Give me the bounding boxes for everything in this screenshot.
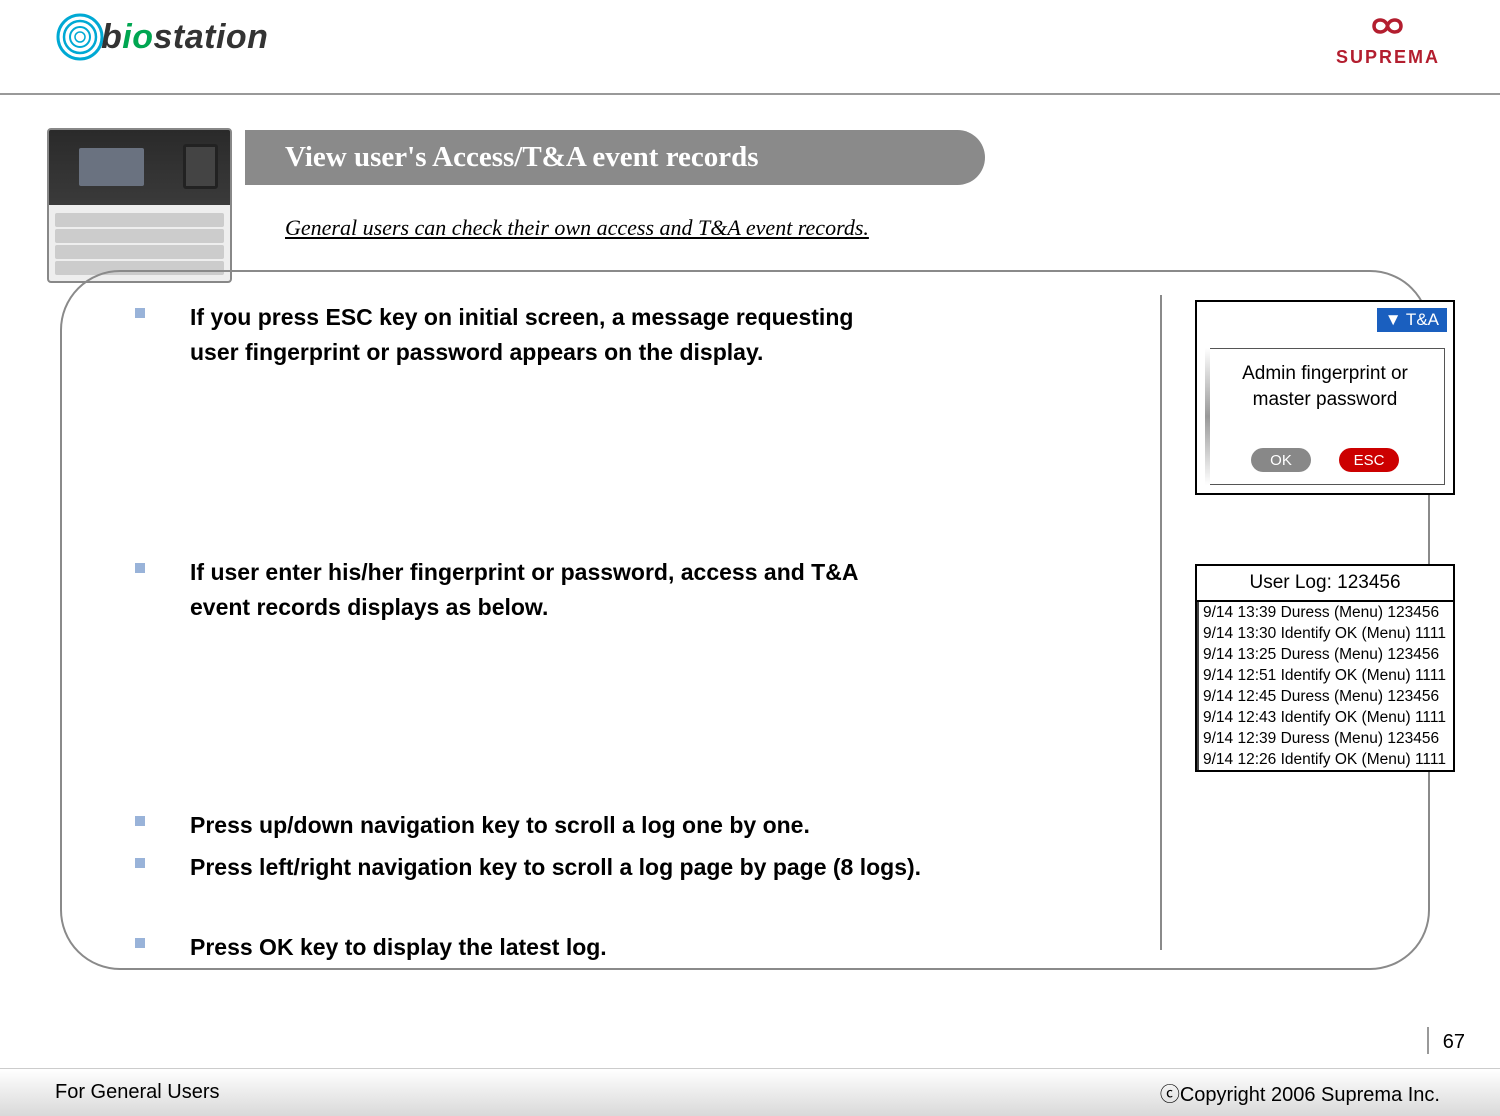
bullet-1: If you press ESC key on initial screen, …: [135, 300, 890, 369]
infinity-icon: [1360, 12, 1415, 40]
page-footer: For General Users ⓒCopyright 2006 Suprem…: [0, 1068, 1500, 1116]
device-screen-auth: ▼ T&A Admin fingerprint or master passwo…: [1195, 300, 1455, 495]
vertical-divider: [1160, 295, 1162, 950]
bullet-text: Press left/right navigation key to scrol…: [190, 850, 921, 885]
page-number: 67: [1427, 1027, 1465, 1054]
swirl-icon: [55, 12, 105, 62]
bullet-5: Press OK key to display the latest log.: [135, 930, 607, 965]
title-banner: View user's Access/T&A event records: [245, 130, 985, 185]
bullet-2: If user enter his/her fingerprint or pas…: [135, 555, 890, 624]
bullet-text: If you press ESC key on initial screen, …: [190, 300, 890, 369]
bullet-icon: [135, 938, 145, 948]
log-entry: 9/14 13:30 Identify OK (Menu) 1111: [1197, 623, 1453, 644]
suprema-logo: SUPREMA: [1336, 12, 1440, 68]
ok-button[interactable]: OK: [1251, 448, 1311, 472]
page-header: biostation SUPREMA: [0, 0, 1500, 95]
device-screen-userlog: User Log: 123456 9/14 13:39 Duress (Menu…: [1195, 564, 1455, 772]
bullet-text: Press up/down navigation key to scroll a…: [190, 808, 810, 843]
footer-right: ⓒCopyright 2006 Suprema Inc.: [1160, 1078, 1440, 1107]
bullet-text: Press OK key to display the latest log.: [190, 930, 607, 965]
bullet-text: If user enter his/her fingerprint or pas…: [190, 555, 890, 624]
log-entry: 9/14 13:39 Duress (Menu) 123456: [1197, 602, 1453, 623]
biostation-logo-text: biostation: [101, 18, 268, 57]
bullet-icon: [135, 308, 145, 318]
auth-prompt-line2: master password: [1206, 387, 1444, 413]
page-title: View user's Access/T&A event records: [285, 141, 759, 174]
log-entry: 9/14 13:25 Duress (Menu) 123456: [1197, 644, 1453, 665]
bullet-4: Press left/right navigation key to scrol…: [135, 850, 921, 885]
device-thumbnail: [47, 128, 232, 283]
auth-prompt-frame: Admin fingerprint or master password OK …: [1205, 348, 1445, 485]
log-entry: 9/14 12:26 Identify OK (Menu) 1111: [1197, 749, 1453, 770]
suprema-logo-text: SUPREMA: [1336, 47, 1440, 68]
biostation-logo: biostation: [55, 12, 268, 62]
log-entry: 9/14 12:51 Identify OK (Menu) 1111: [1197, 665, 1453, 686]
page-subtitle: General users can check their own access…: [285, 215, 869, 241]
ta-mode-label: ▼ T&A: [1377, 308, 1447, 332]
auth-prompt-line1: Admin fingerprint or: [1206, 361, 1444, 387]
log-entry: 9/14 12:39 Duress (Menu) 123456: [1197, 728, 1453, 749]
esc-button[interactable]: ESC: [1339, 448, 1399, 472]
footer-left: For General Users: [55, 1081, 220, 1104]
log-entry: 9/14 12:43 Identify OK (Menu) 1111: [1197, 707, 1453, 728]
bullet-icon: [135, 858, 145, 868]
log-entry: 9/14 12:45 Duress (Menu) 123456: [1197, 686, 1453, 707]
user-log-title: User Log: 123456: [1197, 566, 1453, 602]
bullet-icon: [135, 816, 145, 826]
bullet-icon: [135, 563, 145, 573]
bullet-3: Press up/down navigation key to scroll a…: [135, 808, 810, 843]
